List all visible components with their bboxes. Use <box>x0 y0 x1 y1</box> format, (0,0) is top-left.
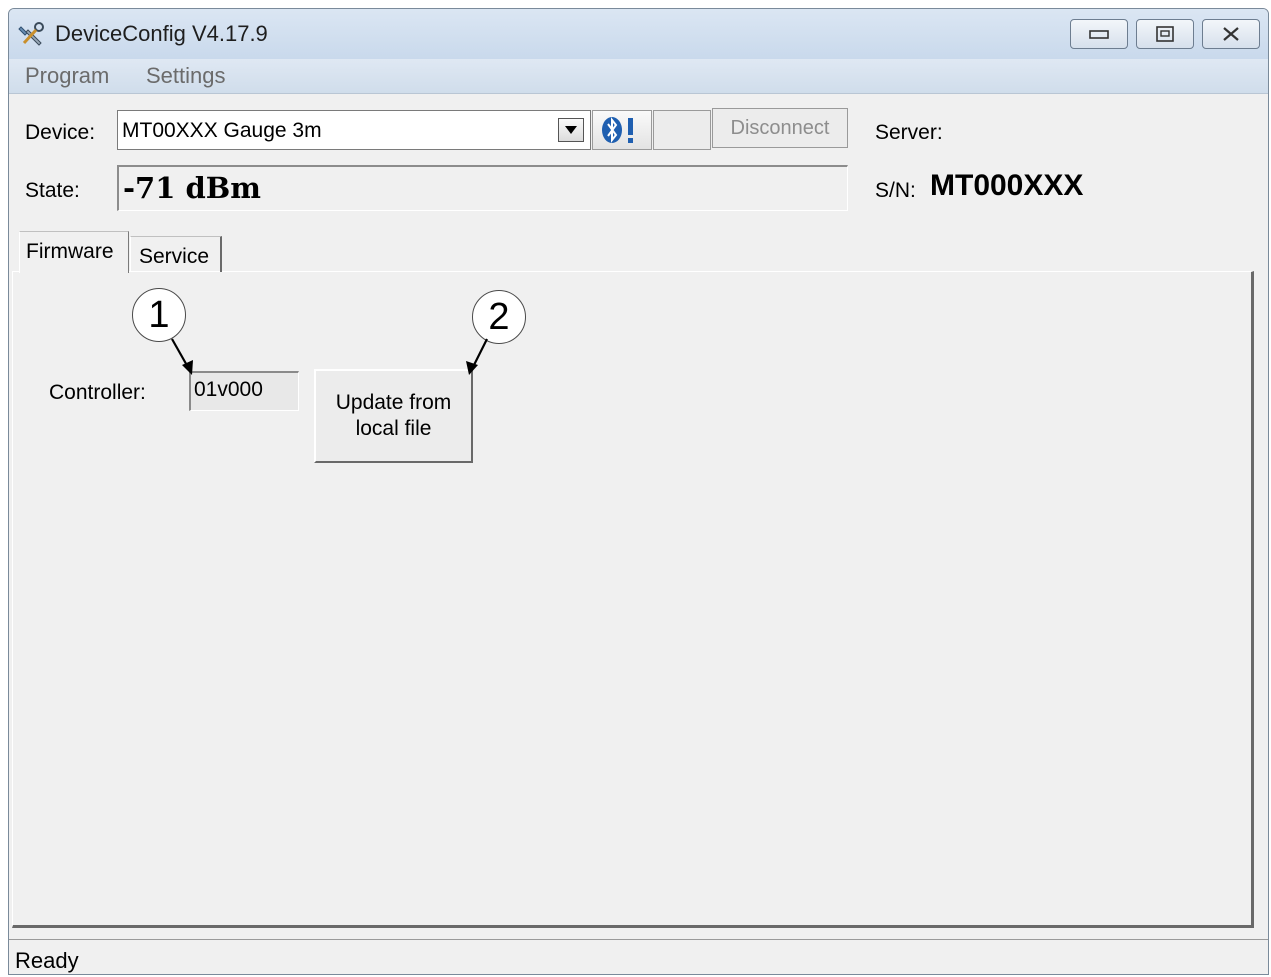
status-bar: Ready <box>9 939 1268 974</box>
device-config-window: DeviceConfig V4.17.9 Program Settings De… <box>8 8 1269 975</box>
state-display: -71 dBm <box>117 165 848 211</box>
tab-firmware[interactable]: Firmware <box>19 231 129 273</box>
blank-button[interactable] <box>653 110 711 150</box>
maximize-button[interactable] <box>1136 19 1194 49</box>
wrench-screwdriver-icon <box>18 22 44 46</box>
maximize-icon <box>1156 26 1174 42</box>
callout-arrow-1 <box>171 338 193 375</box>
device-select[interactable]: MT00XXX Gauge 3m <box>117 110 591 150</box>
dropdown-button[interactable] <box>558 118 584 142</box>
serial-value: MT000XXX <box>930 169 1084 202</box>
device-label: Device: <box>25 121 96 144</box>
server-label: Server: <box>875 121 943 144</box>
tab-firmware-label: Firmware <box>26 240 114 263</box>
tab-service[interactable]: Service <box>130 236 222 272</box>
close-icon <box>1223 27 1239 41</box>
bluetooth-warning-icon <box>602 117 633 143</box>
minimize-button[interactable] <box>1070 19 1128 49</box>
tab-service-label: Service <box>139 245 210 268</box>
menu-program[interactable]: Program <box>25 63 109 89</box>
disconnect-button[interactable]: Disconnect <box>712 108 848 148</box>
menu-bar: Program Settings <box>9 59 1268 94</box>
serial-label: S/N: <box>875 179 916 202</box>
callout-arrow-2 <box>466 338 488 375</box>
update-from-local-file-button[interactable]: Update from local file <box>314 369 473 463</box>
status-text: Ready <box>15 948 79 973</box>
title-bar[interactable]: DeviceConfig V4.17.9 <box>9 9 1268 59</box>
close-button[interactable] <box>1202 19 1260 49</box>
menu-settings[interactable]: Settings <box>146 63 226 89</box>
bluetooth-button[interactable] <box>592 110 652 150</box>
chevron-down-icon <box>565 126 577 134</box>
callout-2: 2 <box>472 290 526 344</box>
minimize-icon <box>1089 30 1109 39</box>
callout-1: 1 <box>132 288 186 342</box>
device-select-value: MT00XXX Gauge 3m <box>122 119 322 142</box>
controller-version-field: 01v000 <box>189 371 299 411</box>
controller-label: Controller: <box>49 381 146 404</box>
state-value: -71 dBm <box>123 171 261 205</box>
window-title: DeviceConfig V4.17.9 <box>55 21 268 46</box>
state-label: State: <box>25 179 80 202</box>
